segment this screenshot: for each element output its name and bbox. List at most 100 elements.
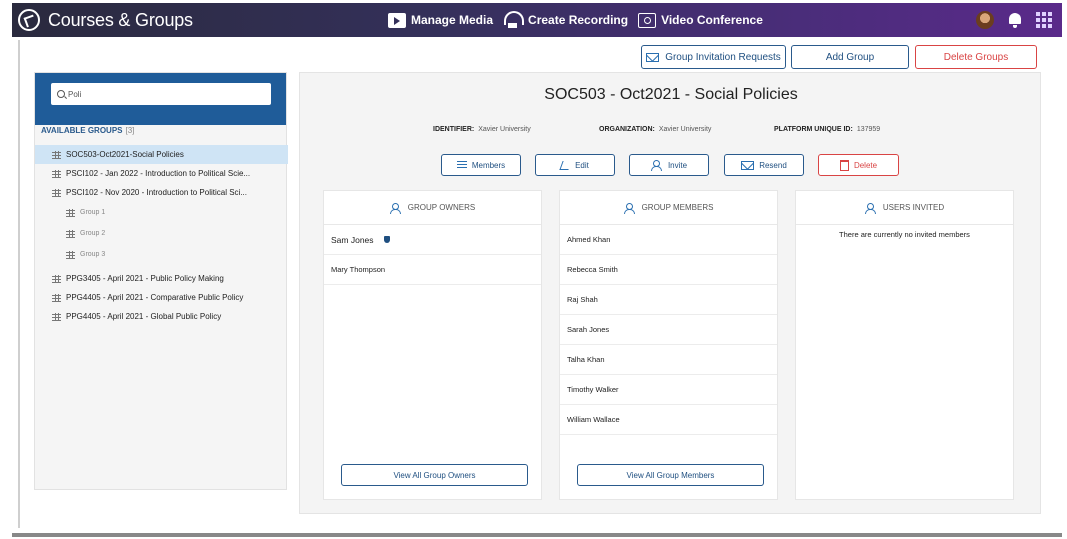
delete-groups-button[interactable]: Delete Groups (915, 45, 1037, 69)
platform-id-value: 137959 (856, 126, 881, 133)
group-members-column: GROUP MEMBERS Ahmed Khan Rebecca Smith R… (559, 190, 778, 500)
top-right-controls (976, 3, 1052, 37)
group-item-label: SOC503-Oct2021-Social Policies (66, 150, 184, 159)
group-item-label: PPG4405 - April 2021 - Comparative Publi… (66, 293, 244, 302)
top-nav: Manage Media Create Recording Video Conf… (388, 3, 763, 37)
group-tree-icon (52, 293, 61, 302)
members-label: Members (471, 160, 506, 170)
platform-id-meta: PLATFORM UNIQUE ID: 137959 (774, 126, 880, 133)
shield-icon (383, 236, 390, 243)
owner-row[interactable]: Sam Jones (324, 225, 541, 255)
member-name: Talha Khan (567, 355, 605, 364)
page-title: SOC503 - Oct2021 - Social Policies (544, 86, 798, 103)
add-group-button[interactable]: Add Group (791, 45, 909, 69)
available-groups-label: AVAILABLE GROUPS (41, 126, 123, 135)
recording-icon (503, 11, 525, 29)
edit-label: Edit (575, 160, 589, 170)
available-groups-heading: AVAILABLE GROUPS [3] (41, 126, 134, 135)
subgroup-item-label: Group 2 (80, 230, 106, 237)
group-item-ppg3405[interactable]: PPG3405 - April 2021 - Public Policy Mak… (35, 269, 288, 288)
bottom-divider (12, 533, 1062, 537)
group-invitation-requests-label: Group Invitation Requests (665, 51, 781, 63)
subgroup-item-2[interactable]: Group 2 (35, 223, 288, 244)
group-tree-icon (52, 150, 61, 159)
owner-row[interactable]: Mary Thompson (324, 255, 541, 285)
member-row[interactable]: Timothy Walker (560, 375, 777, 405)
invite-button[interactable]: Invite (629, 154, 709, 176)
group-item-label: PSCI102 - Nov 2020 - Introduction to Pol… (66, 188, 247, 197)
envelope-icon (741, 160, 755, 170)
member-row[interactable]: Raj Shah (560, 285, 777, 315)
member-row[interactable]: Ahmed Khan (560, 225, 777, 255)
identifier-value: Xavier University (478, 126, 531, 133)
group-tree-icon (66, 250, 75, 259)
group-members-title: GROUP MEMBERS (641, 203, 714, 212)
group-invitation-requests-button[interactable]: Group Invitation Requests (641, 45, 786, 69)
group-detail-panel: SOC503 - Oct2021 - Social Policies IDENT… (299, 72, 1041, 514)
group-item-label: PSCI102 - Jan 2022 - Introduction to Pol… (66, 169, 251, 178)
subgroup-item-3[interactable]: Group 3 (35, 244, 288, 265)
create-recording-link[interactable]: Create Recording (503, 11, 628, 29)
member-row[interactable]: Talha Khan (560, 345, 777, 375)
apps-grid-icon[interactable] (1036, 12, 1052, 28)
member-name: Sarah Jones (567, 325, 610, 334)
group-item-ppg4405-comparative[interactable]: PPG4405 - April 2021 - Comparative Publi… (35, 288, 288, 307)
group-tree-icon (52, 274, 61, 283)
organization-meta: ORGANIZATION: Xavier University (599, 126, 711, 133)
user-icon (864, 202, 877, 214)
member-name: Raj Shah (567, 295, 598, 304)
delete-button[interactable]: Delete (818, 154, 899, 176)
bell-icon[interactable] (1008, 12, 1022, 28)
trash-icon (839, 159, 849, 171)
subgroup-item-label: Group 3 (80, 251, 106, 258)
video-conference-icon (638, 12, 657, 28)
add-group-label: Add Group (825, 51, 875, 63)
group-item-psci102-jan[interactable]: PSCI102 - Jan 2022 - Introduction to Pol… (35, 164, 288, 183)
member-row[interactable]: Sarah Jones (560, 315, 777, 345)
delete-label: Delete (853, 160, 878, 170)
resend-button[interactable]: Resend (724, 154, 804, 176)
app-title: Courses & Groups (48, 9, 193, 30)
app-logo[interactable]: Courses & Groups (18, 9, 193, 31)
group-tree-icon (52, 169, 61, 178)
group-item-ppg4405-global[interactable]: PPG4405 - April 2021 - Global Public Pol… (35, 307, 288, 326)
manage-media-link[interactable]: Manage Media (388, 12, 494, 28)
sidebar-search-area: Poli (35, 73, 286, 125)
search-input[interactable]: Poli (51, 83, 271, 105)
group-members-header: GROUP MEMBERS (560, 191, 777, 225)
view-all-group-members-button[interactable]: View All Group Members (577, 464, 764, 486)
group-owners-column: GROUP OWNERS Sam Jones Mary Thompson Vie… (323, 190, 542, 500)
users-invited-header: USERS INVITED (796, 191, 1013, 225)
group-list: SOC503-Oct2021-Social Policies PSCI102 -… (35, 145, 288, 326)
available-groups-count: [3] (125, 126, 135, 135)
identifier-label: IDENTIFIER: (433, 126, 475, 133)
view-all-group-owners-button[interactable]: View All Group Owners (341, 464, 528, 486)
owner-name: Sam Jones (331, 234, 374, 245)
group-item-psci102-nov[interactable]: PSCI102 - Nov 2020 - Introduction to Pol… (35, 183, 288, 202)
video-conference-link[interactable]: Video Conference (638, 12, 763, 28)
users-invited-column: USERS INVITED There are currently no inv… (795, 190, 1014, 500)
members-button[interactable]: Members (441, 154, 521, 176)
user-icon (650, 160, 663, 171)
subgroup-item-label: Group 1 (80, 209, 106, 216)
top-bar: Courses & Groups Manage Media Create Rec… (12, 3, 1062, 37)
group-owners-header: GROUP OWNERS (324, 191, 541, 225)
member-name: Rebecca Smith (567, 265, 618, 274)
group-tree-icon (52, 188, 61, 197)
avatar[interactable] (976, 11, 994, 29)
edit-button[interactable]: Edit (535, 154, 615, 176)
group-item-soc503[interactable]: SOC503-Oct2021-Social Policies (35, 145, 288, 164)
invite-label: Invite (667, 160, 688, 170)
no-invited-message: There are currently no invited members (839, 230, 970, 239)
users-invited-title: USERS INVITED (882, 203, 945, 212)
member-row[interactable]: Rebecca Smith (560, 255, 777, 285)
manage-media-label: Manage Media (411, 13, 494, 27)
organization-value: Xavier University (658, 126, 712, 133)
group-tree-icon (52, 312, 61, 321)
group-owners-title: GROUP OWNERS (407, 203, 476, 212)
member-row[interactable]: William Wallace (560, 405, 777, 435)
member-name: William Wallace (567, 415, 620, 424)
search-value: Poli (68, 89, 82, 99)
owner-name: Mary Thompson (331, 265, 386, 274)
subgroup-item-1[interactable]: Group 1 (35, 202, 288, 223)
